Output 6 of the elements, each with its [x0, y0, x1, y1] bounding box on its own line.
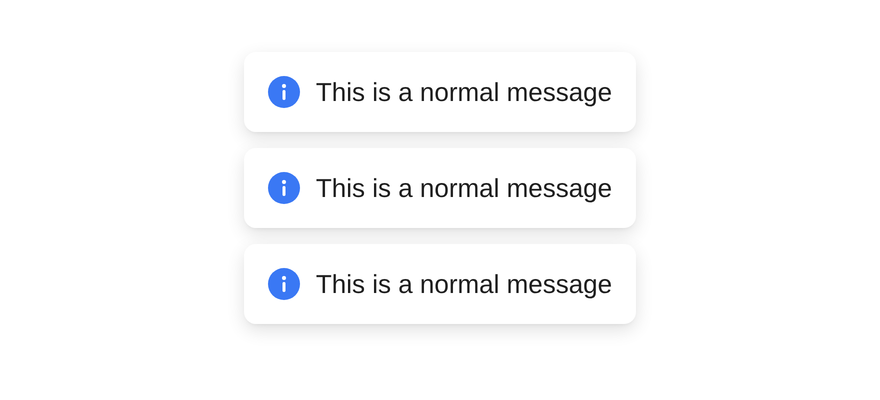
message-text: This is a normal message — [316, 76, 612, 108]
message-text: This is a normal message — [316, 172, 612, 204]
info-icon — [268, 172, 300, 204]
message-text: This is a normal message — [316, 268, 612, 300]
info-icon — [268, 76, 300, 108]
info-icon — [268, 268, 300, 300]
